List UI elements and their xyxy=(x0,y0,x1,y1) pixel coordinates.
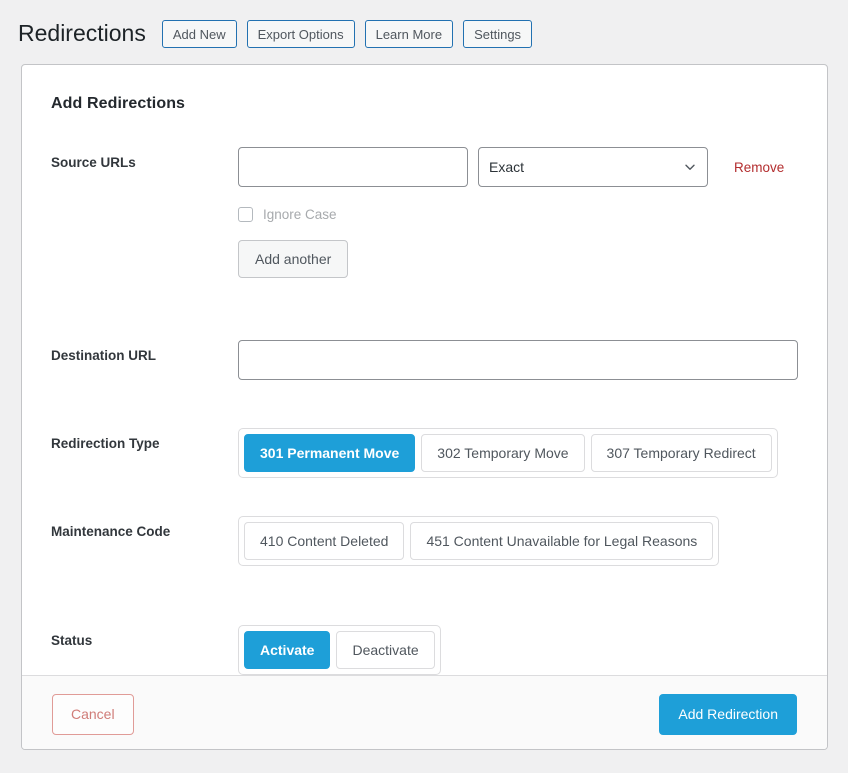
add-another-button[interactable]: Add another xyxy=(238,240,349,278)
source-urls-field: Exact Remove Ignore Case Add another xyxy=(238,147,798,278)
match-type-select-value[interactable]: Exact xyxy=(478,147,708,187)
page-title: Redirections xyxy=(18,20,146,47)
status-option-deactivate[interactable]: Deactivate xyxy=(336,631,435,669)
maintenance-code-option-410[interactable]: 410 Content Deleted xyxy=(244,522,405,560)
ignore-case-checkbox[interactable] xyxy=(238,207,253,222)
maintenance-code-group: 410 Content Deleted 451 Content Unavaila… xyxy=(238,516,720,566)
page-header: Redirections Add New Export Options Lear… xyxy=(0,0,848,51)
ignore-case-label: Ignore Case xyxy=(263,207,337,222)
maintenance-code-label: Maintenance Code xyxy=(51,524,171,539)
source-url-input[interactable] xyxy=(238,147,468,187)
export-options-button[interactable]: Export Options xyxy=(246,20,355,48)
card-body: Add Redirections Source URLs Exact Remov… xyxy=(22,65,827,675)
source-url-line: Exact Remove xyxy=(238,147,798,187)
redirection-type-option-301[interactable]: 301 Permanent Move xyxy=(244,434,416,472)
destination-url-field xyxy=(238,340,798,380)
cancel-button[interactable]: Cancel xyxy=(52,693,134,735)
redirection-type-option-302[interactable]: 302 Temporary Move xyxy=(421,434,585,472)
add-redirection-button[interactable]: Add Redirection xyxy=(659,693,797,735)
source-urls-row: Source URLs Exact Remove Ignore Case Add… xyxy=(51,147,798,278)
redirection-type-row: Redirection Type 301 Permanent Move 302 … xyxy=(51,428,798,478)
status-field: Activate Deactivate xyxy=(238,625,798,675)
settings-button[interactable]: Settings xyxy=(463,20,533,48)
redirection-type-option-307[interactable]: 307 Temporary Redirect xyxy=(590,434,772,472)
learn-more-button[interactable]: Learn More xyxy=(364,20,454,48)
add-redirections-card: Add Redirections Source URLs Exact Remov… xyxy=(21,64,828,750)
card-heading: Add Redirections xyxy=(51,95,186,112)
maintenance-code-row: Maintenance Code 410 Content Deleted 451… xyxy=(51,516,798,566)
destination-url-input[interactable] xyxy=(238,340,798,380)
status-group: Activate Deactivate xyxy=(238,625,441,675)
maintenance-code-option-451[interactable]: 451 Content Unavailable for Legal Reason… xyxy=(410,522,714,560)
match-type-select[interactable]: Exact xyxy=(478,147,708,187)
card-footer: Cancel Add Redirection xyxy=(22,675,827,749)
add-new-button[interactable]: Add New xyxy=(161,20,237,48)
status-row: Status Activate Deactivate xyxy=(51,625,798,675)
status-label: Status xyxy=(51,633,93,648)
destination-url-row: Destination URL xyxy=(51,340,798,380)
status-option-activate[interactable]: Activate xyxy=(244,631,331,669)
redirection-type-group: 301 Permanent Move 302 Temporary Move 30… xyxy=(238,428,778,478)
destination-url-label: Destination URL xyxy=(51,348,157,363)
redirection-type-field: 301 Permanent Move 302 Temporary Move 30… xyxy=(238,428,798,478)
source-urls-label: Source URLs xyxy=(51,155,136,170)
ignore-case-row: Ignore Case xyxy=(238,207,798,222)
remove-source-link[interactable]: Remove xyxy=(734,160,784,175)
maintenance-code-field: 410 Content Deleted 451 Content Unavaila… xyxy=(238,516,798,566)
redirection-type-label: Redirection Type xyxy=(51,436,160,451)
